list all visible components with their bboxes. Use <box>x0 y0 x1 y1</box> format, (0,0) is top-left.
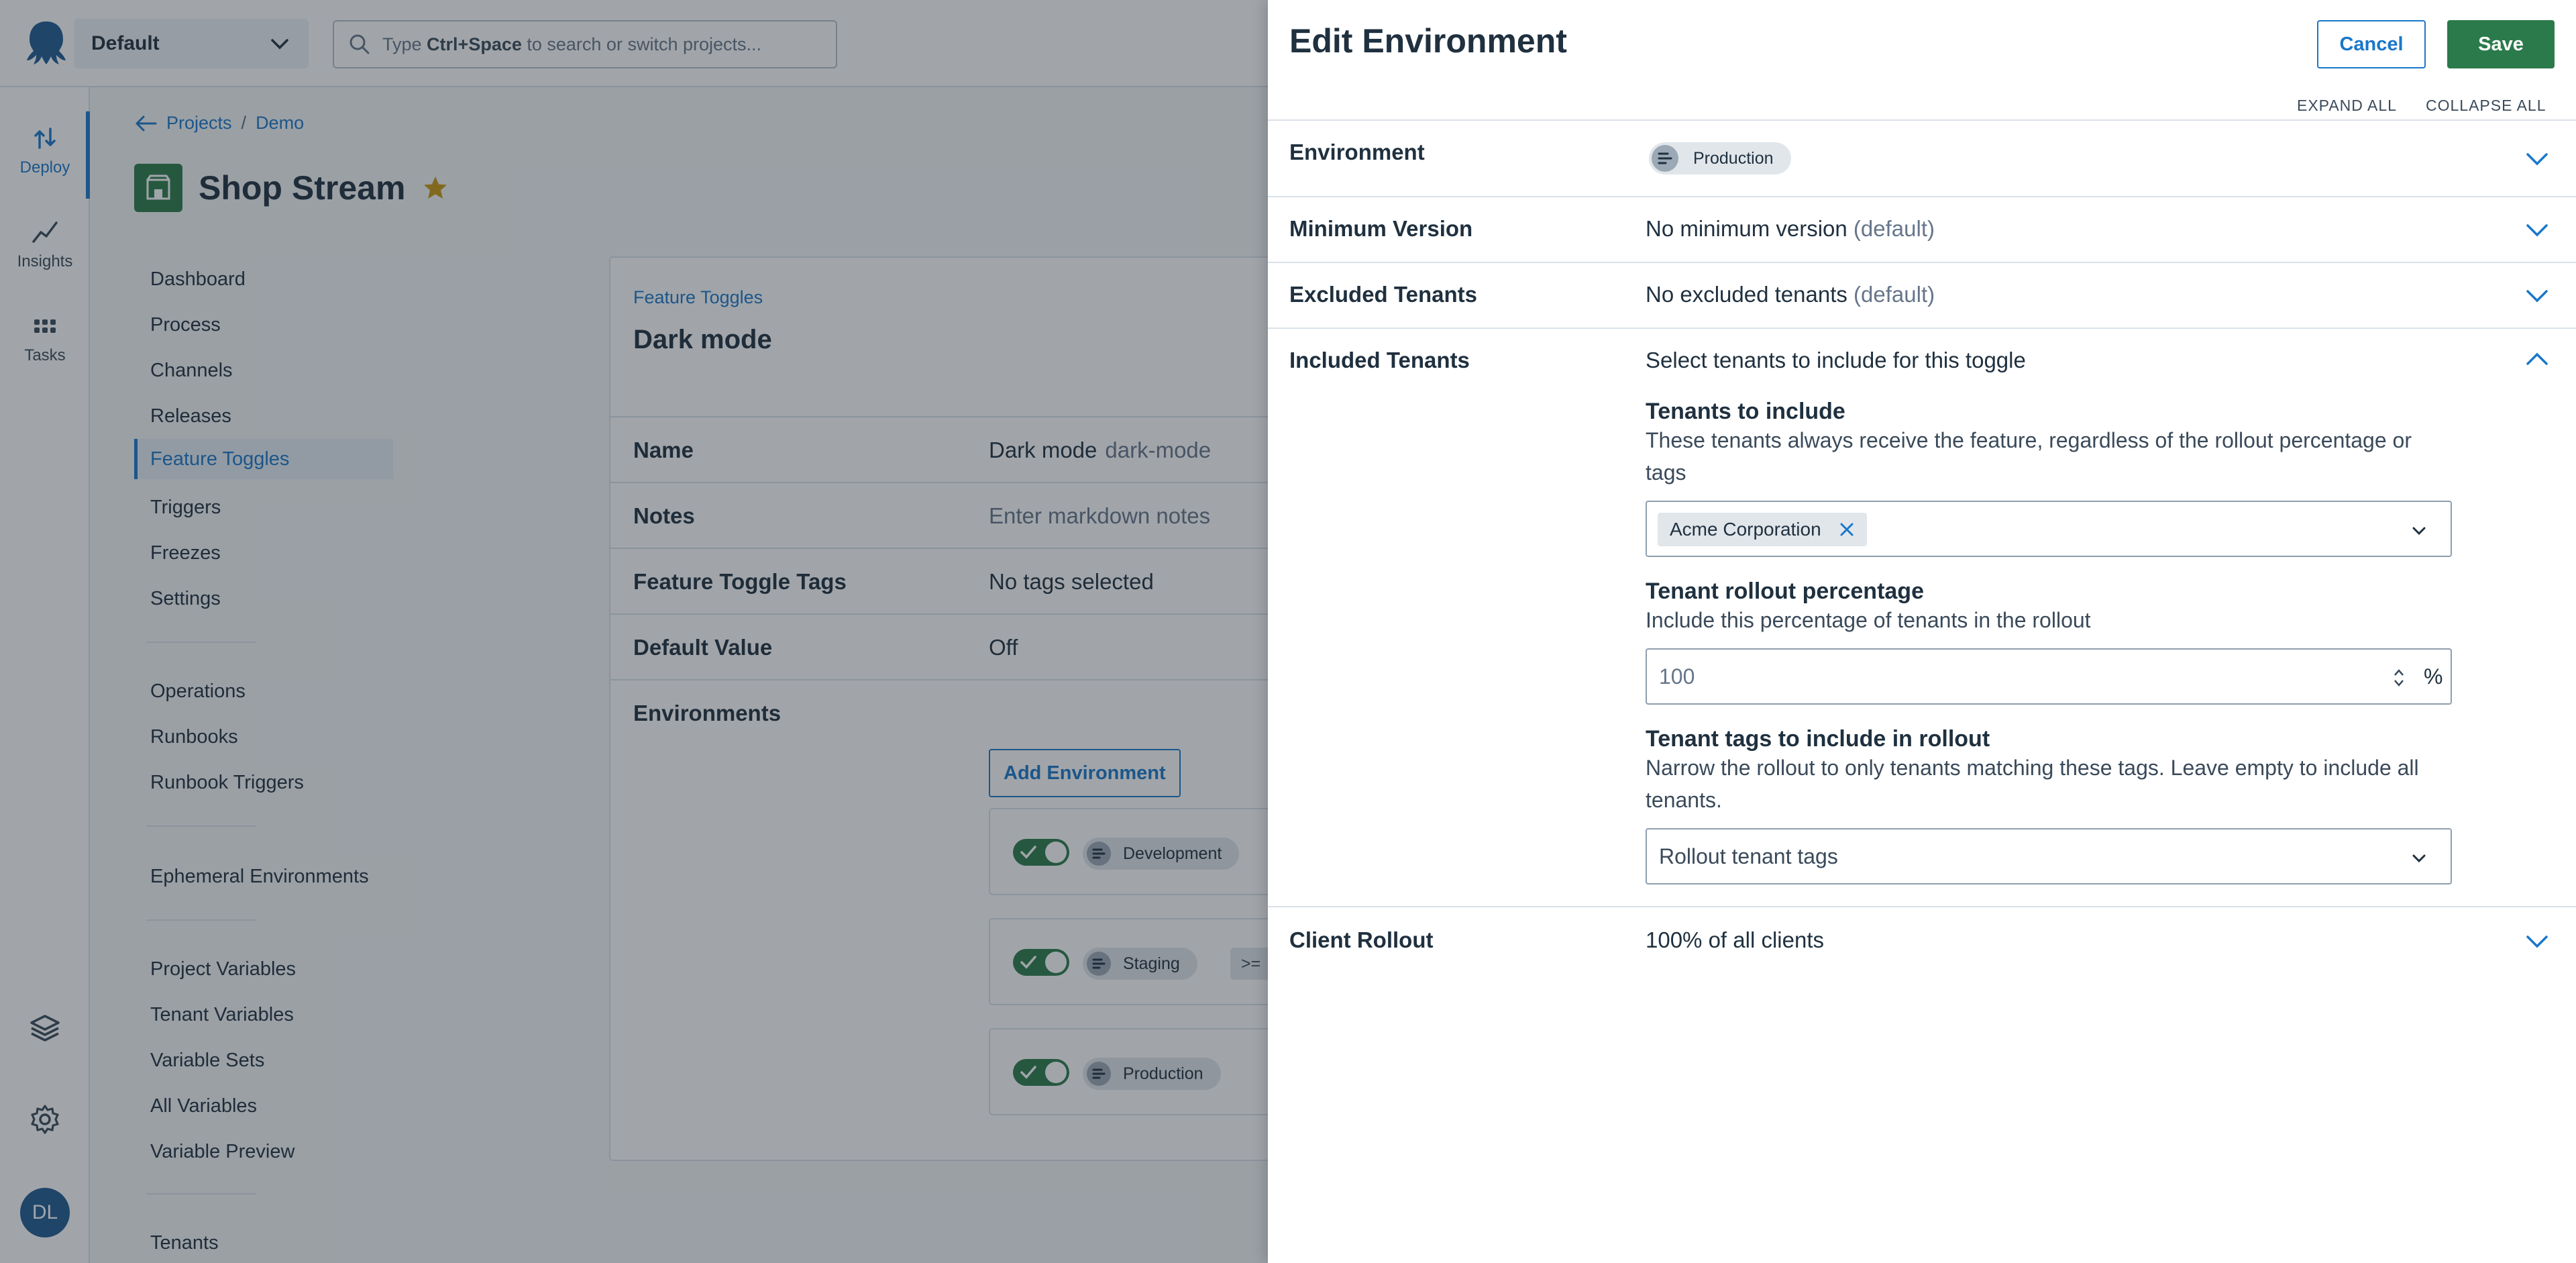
section-client-rollout[interactable]: Client Rollout 100% of all clients <box>1268 906 2576 973</box>
section-value: Select tenants to include for this toggl… <box>1646 348 2026 372</box>
section-included-tenants: Included Tenants Select tenants to inclu… <box>1268 327 2576 906</box>
section-label: Client Rollout <box>1289 927 1434 952</box>
collapse-all-button[interactable]: COLLAPSE ALL <box>2426 97 2546 115</box>
section-value: No minimum version (default) <box>1646 216 1935 241</box>
edit-environment-drawer: Edit Environment Cancel Save EXPAND ALL … <box>1268 0 2576 1263</box>
tenant-tags-help: Narrow the rollout to only tenants match… <box>1646 756 2419 812</box>
section-value: 100% of all clients <box>1646 927 1824 952</box>
tenant-rollout-percentage-help: Include this percentage of tenants in th… <box>1646 608 2091 632</box>
selected-tenant-chip: Acme Corporation <box>1658 513 1867 546</box>
chevron-down-icon[interactable] <box>2524 282 2551 309</box>
save-button[interactable]: Save <box>2447 20 2555 68</box>
section-minimum-version[interactable]: Minimum Version No minimum version (defa… <box>1268 196 2576 262</box>
section-excluded-tenants[interactable]: Excluded Tenants No excluded tenants (de… <box>1268 262 2576 327</box>
percent-suffix: % <box>2424 664 2443 689</box>
chevron-down-icon[interactable] <box>2410 850 2428 867</box>
tenant-tags-heading: Tenant tags to include in rollout <box>1646 726 1990 752</box>
drawer-title: Edit Environment <box>1289 22 1567 60</box>
environment-chip: Production <box>1649 142 1791 174</box>
rollout-tenant-tags-select[interactable]: Rollout tenant tags <box>1646 828 2452 885</box>
tenants-to-include-help: These tenants always receive the feature… <box>1646 428 2412 485</box>
chevron-down-icon[interactable] <box>2410 522 2428 540</box>
cancel-button[interactable]: Cancel <box>2317 20 2426 68</box>
tenant-rollout-percentage-heading: Tenant rollout percentage <box>1646 578 1924 604</box>
app-root: Default Type Ctrl+Space to search or swi… <box>0 0 2576 1263</box>
spinner-arrows-icon[interactable] <box>2392 664 2406 691</box>
section-value: No excluded tenants (default) <box>1646 282 1935 307</box>
section-label: Minimum Version <box>1289 216 1473 241</box>
expand-all-button[interactable]: EXPAND ALL <box>2297 97 2397 115</box>
section-label: Environment <box>1289 140 1425 164</box>
section-environment[interactable]: Environment Production <box>1268 119 2576 196</box>
tenants-to-include-heading: Tenants to include <box>1646 399 1845 424</box>
environment-icon <box>1652 145 1678 172</box>
chevron-up-icon[interactable] <box>2524 345 2551 372</box>
rollout-tenant-tags-placeholder: Rollout tenant tags <box>1659 844 1838 868</box>
remove-tenant-icon[interactable] <box>1839 521 1855 538</box>
section-label: Excluded Tenants <box>1289 282 1477 307</box>
modal-backdrop[interactable] <box>0 0 1268 1263</box>
section-label: Included Tenants <box>1289 348 1470 372</box>
rollout-percentage-input[interactable]: 100 % <box>1646 648 2452 705</box>
chevron-down-icon[interactable] <box>2524 145 2551 172</box>
tenants-multiselect[interactable]: Acme Corporation <box>1646 501 2452 557</box>
rollout-percentage-value: 100 <box>1659 664 1695 689</box>
chevron-down-icon[interactable] <box>2524 216 2551 243</box>
chevron-down-icon[interactable] <box>2524 927 2551 954</box>
